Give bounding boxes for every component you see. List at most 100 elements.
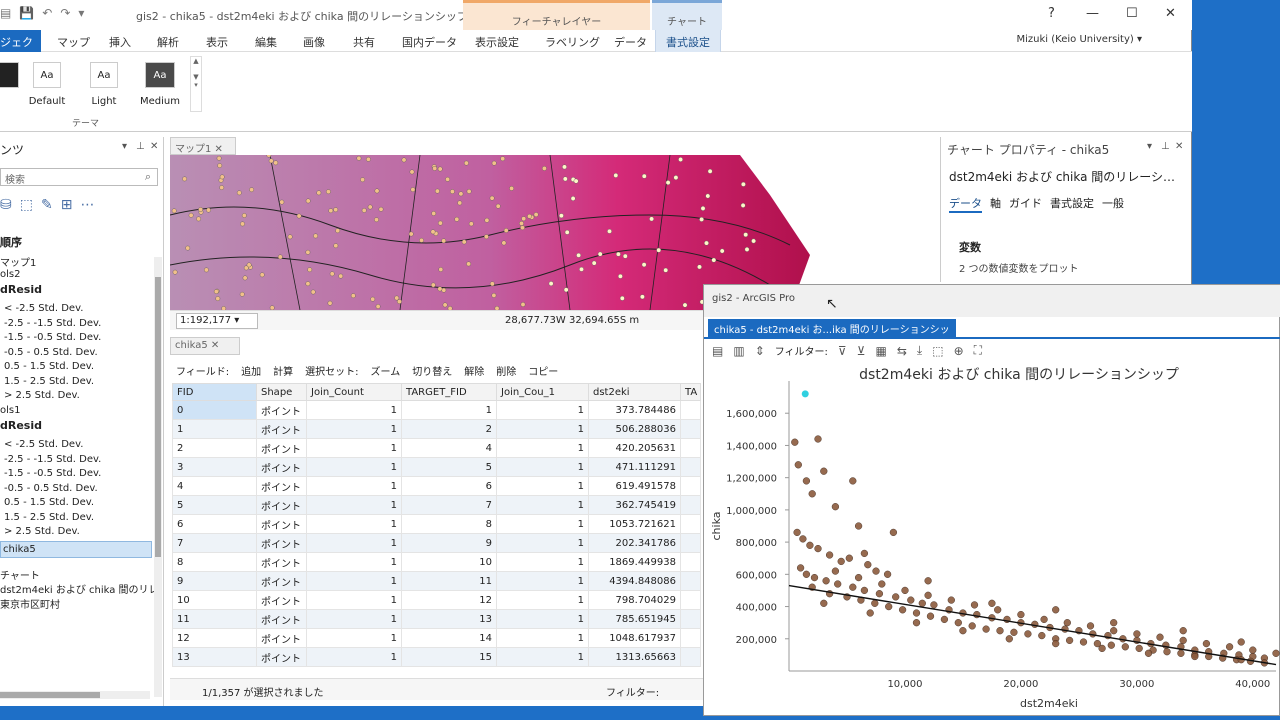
properties-icon[interactable]: ▤ bbox=[712, 344, 723, 358]
table-cell[interactable]: 4 bbox=[401, 438, 497, 458]
tab-map-view[interactable]: マップ1 ✕ bbox=[170, 137, 236, 155]
tree-item[interactable]: ols2 bbox=[0, 269, 20, 280]
table-cell[interactable] bbox=[680, 476, 701, 496]
table-row[interactable]: 5 ポイント 1 7 1 362.745419 bbox=[172, 495, 701, 515]
table-cell[interactable]: 1 bbox=[306, 571, 402, 591]
tree-item[interactable]: 1.5 - 2.5 Std. Dev. bbox=[4, 512, 94, 523]
column-header[interactable]: TA bbox=[680, 383, 701, 401]
tab-attribute-table[interactable]: chika5 ✕ bbox=[170, 337, 240, 355]
table-cell[interactable]: 1 bbox=[306, 457, 402, 477]
column-header[interactable]: Join_Cou_1 bbox=[496, 383, 589, 401]
full-extent-icon[interactable]: ⛶ bbox=[974, 343, 982, 358]
tree-group-heading[interactable]: dResid bbox=[0, 283, 42, 296]
table-cell[interactable]: 13 bbox=[401, 609, 497, 629]
table-cell[interactable]: ポイント bbox=[256, 457, 307, 477]
table-cell[interactable]: 1 bbox=[306, 609, 402, 629]
edit-icon[interactable]: ✎ bbox=[41, 197, 53, 213]
table-cell[interactable] bbox=[680, 438, 701, 458]
tab-map[interactable]: マップ bbox=[57, 34, 90, 50]
table-cell[interactable]: 420.205631 bbox=[588, 438, 681, 458]
table-icon[interactable]: ▦ bbox=[876, 344, 887, 358]
table-cell[interactable] bbox=[680, 457, 701, 477]
table-row[interactable]: 4 ポイント 1 6 1 619.491578 bbox=[172, 476, 701, 496]
tab-insert[interactable]: 挿入 bbox=[109, 34, 131, 50]
column-header[interactable]: TARGET_FID bbox=[401, 383, 497, 401]
add-field-button[interactable]: 追加 bbox=[241, 363, 261, 378]
table-cell[interactable]: 10 bbox=[172, 590, 257, 610]
table-row[interactable]: 3 ポイント 1 5 1 471.111291 bbox=[172, 457, 701, 477]
tree-item[interactable]: chika5 bbox=[0, 540, 152, 558]
table-row[interactable]: 13 ポイント 1 15 1 1313.65663 bbox=[172, 647, 701, 667]
table-cell[interactable]: 1 bbox=[401, 400, 497, 420]
table-cell[interactable]: 1 bbox=[496, 514, 589, 534]
table-cell[interactable]: 1 bbox=[496, 571, 589, 591]
undo-icon[interactable]: ↶ bbox=[42, 6, 52, 20]
table-cell[interactable]: 471.111291 bbox=[588, 457, 681, 477]
close-button[interactable]: ✕ bbox=[1165, 6, 1176, 21]
table-cell[interactable]: 1 bbox=[306, 533, 402, 553]
tab-format[interactable]: 書式設定 bbox=[1050, 195, 1094, 213]
tree-item[interactable]: 1.5 - 2.5 Std. Dev. bbox=[4, 376, 94, 387]
table-cell[interactable]: 1 bbox=[306, 495, 402, 515]
delete-button[interactable]: 削除 bbox=[496, 363, 516, 378]
table-cell[interactable]: 1 bbox=[496, 419, 589, 439]
table-cell[interactable] bbox=[680, 571, 701, 591]
tree-item[interactable]: チャート bbox=[0, 567, 40, 582]
table-cell[interactable]: 11 bbox=[401, 571, 497, 591]
table-cell[interactable] bbox=[680, 419, 701, 439]
table-cell[interactable]: 362.745419 bbox=[588, 495, 681, 515]
scale-selector[interactable]: 1:192,177 ▾ bbox=[176, 313, 258, 329]
table-cell[interactable]: 1313.65663 bbox=[588, 647, 681, 667]
table-cell[interactable]: 619.491578 bbox=[588, 476, 681, 496]
table-cell[interactable] bbox=[680, 609, 701, 629]
chart-type-icon[interactable]: ▥ bbox=[733, 344, 744, 358]
table-cell[interactable] bbox=[680, 628, 701, 648]
table-cell[interactable]: ポイント bbox=[256, 514, 307, 534]
tab-format[interactable]: 書式設定 bbox=[655, 30, 721, 52]
table-cell[interactable] bbox=[680, 400, 701, 420]
tree-item[interactable]: > 2.5 Std. Dev. bbox=[4, 526, 80, 537]
table-cell[interactable] bbox=[680, 533, 701, 553]
table-cell[interactable]: 14 bbox=[401, 628, 497, 648]
customize-qat-icon[interactable]: ▾ bbox=[78, 6, 84, 20]
table-row[interactable]: 0 ポイント 1 1 1 373.784486 bbox=[172, 400, 701, 420]
table-cell[interactable]: 4394.848086 bbox=[588, 571, 681, 591]
table-cell[interactable]: ポイント bbox=[256, 590, 307, 610]
redo-icon[interactable]: ↷ bbox=[60, 6, 70, 20]
tree-item[interactable]: 東京市区町村 bbox=[0, 596, 60, 611]
zoom-to-button[interactable]: ズーム bbox=[371, 363, 401, 378]
table-cell[interactable]: ポイント bbox=[256, 495, 307, 515]
table-row[interactable]: 7 ポイント 1 9 1 202.341786 bbox=[172, 533, 701, 553]
table-cell[interactable]: 373.784486 bbox=[588, 400, 681, 420]
table-cell[interactable]: 1 bbox=[496, 590, 589, 610]
save-icon[interactable]: 💾 bbox=[19, 6, 34, 20]
tab-edit[interactable]: 編集 bbox=[255, 34, 277, 50]
tab-general[interactable]: 一般 bbox=[1102, 195, 1124, 213]
filter-extent-icon[interactable]: ⊽ bbox=[838, 344, 847, 358]
table-cell[interactable]: 1 bbox=[306, 590, 402, 610]
table-cell[interactable]: 1 bbox=[496, 647, 589, 667]
table-cell[interactable]: ポイント bbox=[256, 476, 307, 496]
tree-item[interactable]: dst2m4eki および chika 間のリレ bbox=[0, 581, 159, 596]
vertical-scrollbar[interactable] bbox=[154, 257, 162, 697]
snapping-icon[interactable]: ⊞ bbox=[61, 197, 73, 213]
sort-icon[interactable]: ⇕ bbox=[755, 344, 765, 358]
theme-medium[interactable]: Aa Medium bbox=[137, 62, 183, 107]
table-cell[interactable]: ポイント bbox=[256, 609, 307, 629]
table-cell[interactable]: 8 bbox=[401, 514, 497, 534]
table-cell[interactable]: 1 bbox=[496, 628, 589, 648]
pane-menu-icon[interactable]: ▾ bbox=[1147, 141, 1152, 152]
tab-view[interactable]: 表示 bbox=[206, 34, 228, 50]
tab-analysis[interactable]: 解析 bbox=[157, 34, 179, 50]
table-cell[interactable]: 1 bbox=[306, 400, 402, 420]
table-row[interactable]: 9 ポイント 1 11 1 4394.848086 bbox=[172, 571, 701, 591]
table-cell[interactable]: 1 bbox=[306, 628, 402, 648]
tab-chart[interactable]: chika5 - dst2m4eki お...ika 間のリレーションシップ ✕ bbox=[708, 319, 956, 351]
table-cell[interactable]: 6 bbox=[401, 476, 497, 496]
table-cell[interactable]: ポイント bbox=[256, 647, 307, 667]
table-cell[interactable]: 1 bbox=[496, 476, 589, 496]
table-cell[interactable]: ポイント bbox=[256, 533, 307, 553]
copy-button[interactable]: コピー bbox=[528, 363, 558, 378]
table-cell[interactable]: 3 bbox=[172, 457, 257, 477]
table-cell[interactable]: 1 bbox=[496, 400, 589, 420]
